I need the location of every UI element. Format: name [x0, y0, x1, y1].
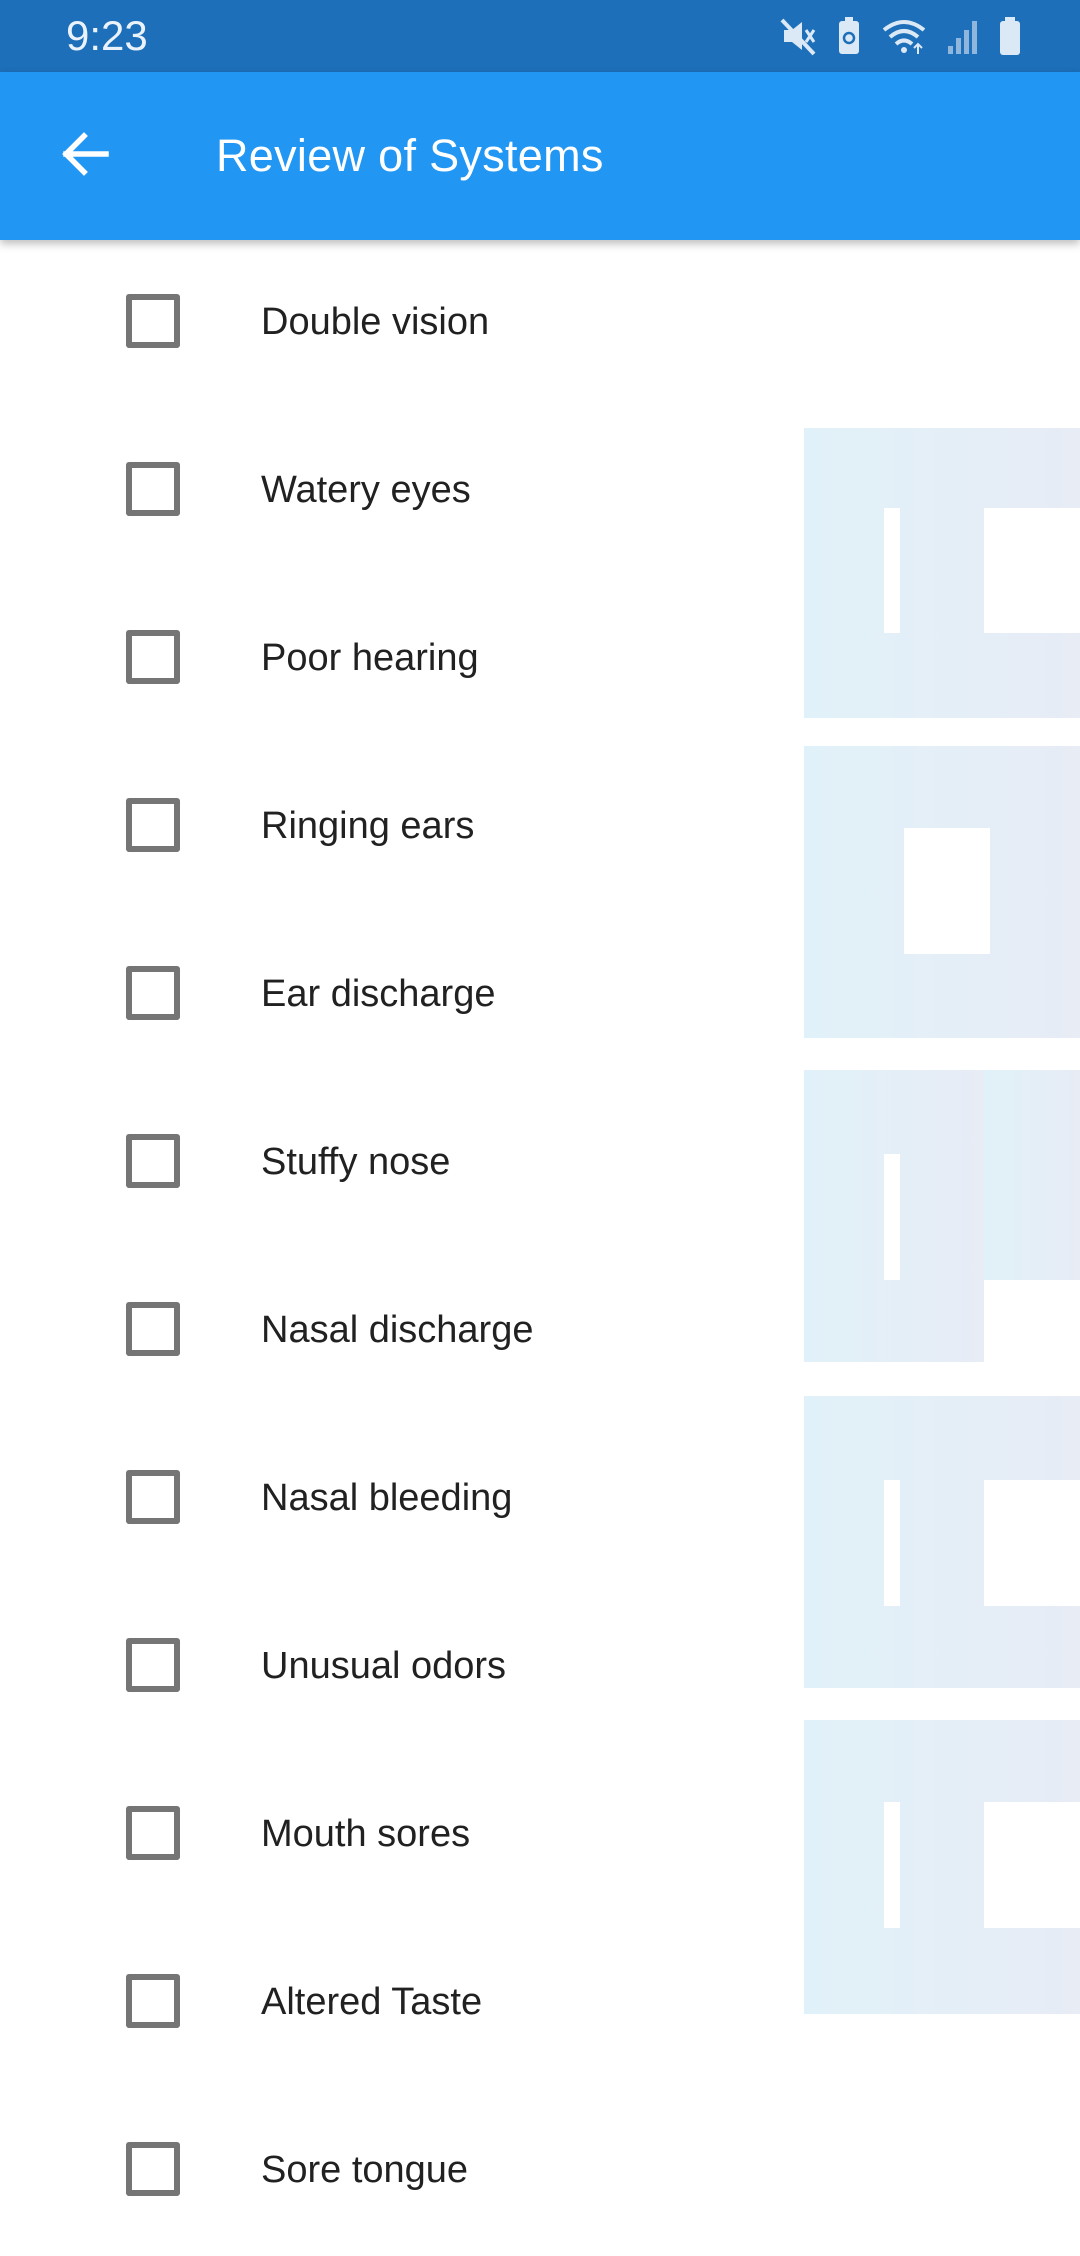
list-item[interactable]: Nasal discharge [0, 1248, 1080, 1416]
checkbox[interactable] [126, 462, 180, 516]
item-label: Watery eyes [261, 469, 471, 511]
arrow-back-icon [58, 128, 110, 185]
back-button[interactable] [42, 114, 126, 198]
page-title: Review of Systems [216, 130, 604, 181]
checkbox[interactable] [126, 2142, 180, 2196]
list-item[interactable]: Watery eyes [0, 408, 1080, 576]
symptom-list: Double vision Watery eyes Poor hearing R… [0, 240, 1080, 2256]
signal-icon [946, 16, 980, 56]
mute-icon [780, 16, 818, 56]
list-item[interactable]: Double vision [0, 240, 1080, 408]
list-item[interactable]: Ear discharge [0, 912, 1080, 1080]
item-label: Poor hearing [261, 637, 479, 679]
item-label: Stuffy nose [261, 1141, 451, 1183]
checkbox[interactable] [126, 1302, 180, 1356]
list-item[interactable]: Nasal bleeding [0, 1416, 1080, 1584]
item-label: Nasal bleeding [261, 1477, 513, 1519]
checkbox[interactable] [126, 966, 180, 1020]
battery-icon [998, 16, 1022, 56]
checkbox[interactable] [126, 1134, 180, 1188]
item-label: Sore tongue [261, 2149, 469, 2191]
list-item[interactable]: Poor hearing [0, 576, 1080, 744]
list-item[interactable]: Mouth sores [0, 1752, 1080, 1920]
item-label: Double vision [261, 301, 490, 343]
checkbox[interactable] [126, 1638, 180, 1692]
wifi-icon [880, 16, 928, 56]
checkbox[interactable] [126, 1974, 180, 2028]
checkbox[interactable] [126, 294, 180, 348]
checkbox[interactable] [126, 630, 180, 684]
item-label: Mouth sores [261, 1813, 471, 1855]
checkbox[interactable] [126, 1806, 180, 1860]
checkbox[interactable] [126, 1470, 180, 1524]
list-item[interactable]: Ringing ears [0, 744, 1080, 912]
list-item[interactable]: Unusual odors [0, 1584, 1080, 1752]
list-item[interactable]: Altered Taste [0, 1920, 1080, 2088]
list-item[interactable]: Sore tongue [0, 2088, 1080, 2256]
status-icons [780, 14, 1022, 58]
checkbox[interactable] [126, 798, 180, 852]
list-item[interactable]: Stuffy nose [0, 1080, 1080, 1248]
status-bar: 9:23 [0, 0, 1080, 72]
item-label: Nasal discharge [261, 1309, 534, 1351]
item-label: Ringing ears [261, 805, 475, 847]
item-label: Ear discharge [261, 973, 496, 1015]
app-bar: Review of Systems [0, 72, 1080, 240]
status-time: 9:23 [66, 12, 148, 59]
item-label: Altered Taste [261, 1981, 483, 2023]
item-label: Unusual odors [261, 1645, 507, 1687]
battery-saver-icon [836, 16, 862, 56]
